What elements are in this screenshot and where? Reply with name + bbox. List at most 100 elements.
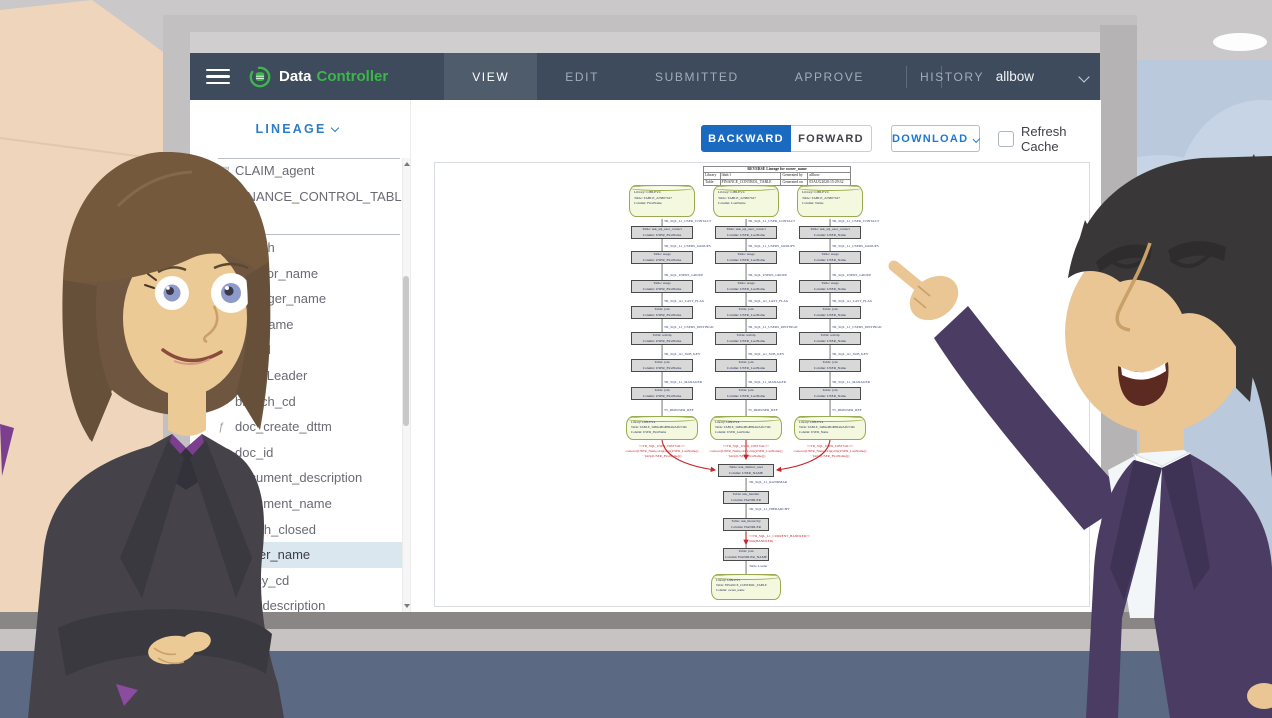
cyl-column: Column: FirstName xyxy=(634,201,694,207)
scrollbar-thumb[interactable] xyxy=(403,276,409,426)
node-column: Column: USER_Name xyxy=(800,394,860,400)
presenter-man-illustration xyxy=(872,148,1272,718)
refresh-cache-checkbox[interactable] xyxy=(998,131,1014,147)
forward-button[interactable]: FORWARD xyxy=(791,125,872,152)
transform-label: TR_SQL_L1_HIERARCHY xyxy=(749,508,790,512)
transform-label: TR_SQL_USERS_GROUP xyxy=(748,274,787,278)
work-table-node: Table: usageColumn: USER_FirstName xyxy=(631,280,693,293)
chevron-down-icon[interactable] xyxy=(1078,71,1089,82)
transform-label: TR_SQL_L1_RANDMAR xyxy=(749,481,787,485)
red-transform-annotation: <<TR_SQL_USER_DISTVAL>>coalesce(USER_Nam… xyxy=(772,444,888,459)
brand-logo: Data Controller xyxy=(248,65,388,89)
cyl-column: Column: Name xyxy=(802,201,862,207)
transform-label: T5_DIMUSER_REF xyxy=(664,409,694,413)
nav-tabs: VIEWEDITSUBMITTEDAPPROVEHISTORY xyxy=(444,53,1012,100)
node-column: Column: USER_Name xyxy=(800,258,860,264)
transform-label: TR_SQL_A1_SUB_KEY xyxy=(664,353,700,357)
node-column: Column: USER_LastName xyxy=(716,313,776,319)
red-transform-expr: trim(HANDLER) xyxy=(749,539,810,544)
transform-label: TR_SQL_L1_MANAGER xyxy=(664,381,702,385)
transform-label: TR_SQL_L1_USER_CONTACT xyxy=(664,220,711,224)
cyl-column: Column: LastName xyxy=(718,201,778,207)
target-table-node: Library: LIBLEV5Table: FINANCE_CONTROL_T… xyxy=(711,574,781,600)
transform-label: TR_SQL_L1_USERS_DISTINGD xyxy=(748,326,797,330)
node-column: Column: USER_LastName xyxy=(716,394,776,400)
presenter-woman-illustration xyxy=(0,128,345,718)
node-column: Column: USER_FirstName xyxy=(632,366,692,372)
work-table-node: Table: webdpColumn: USER_LastName xyxy=(715,332,777,345)
node-column: Column: USER_Name xyxy=(800,339,860,345)
transform-label: TR_SQL_L1_USERS_DISTINGD xyxy=(664,326,713,330)
transform-label: TR_SQL_USERS_GROUP xyxy=(664,274,703,278)
source-table-node: Library: LIBLEV4Table: TABLE_223807b27Co… xyxy=(713,185,779,217)
dim-table-node: Library: LIBLEV4Table: TABLE_3489e48bd88… xyxy=(794,416,866,440)
transform-label: TR_SQL_L1_USER_CONTACT xyxy=(748,220,795,224)
sideburn xyxy=(1236,340,1256,402)
work-table-node: Table: joinColumn: USER_FirstName xyxy=(631,387,693,400)
cyl-column: Column: owner_name xyxy=(716,588,780,593)
node-column: Column: USER_FirstName xyxy=(632,258,692,264)
node-column: Column: USER_FirstName xyxy=(632,287,692,293)
node-column: Column: HANDLER xyxy=(724,525,768,531)
chevron-down-icon xyxy=(973,135,981,143)
user-menu[interactable]: allbow xyxy=(996,53,1034,100)
node-column: Column: USER_FirstName xyxy=(632,394,692,400)
work-table-node: Table: usk_sql_user_contactColumn: USER_… xyxy=(799,226,861,239)
node-column: Column: USER_FirstName xyxy=(632,339,692,345)
menu-icon[interactable] xyxy=(206,65,230,89)
node-column: Column: USER_LastName xyxy=(716,339,776,345)
transform-label: TR_SQL_L1_MANAGER xyxy=(748,381,786,385)
navbar: Data Controller VIEWEDITSUBMITTEDAPPROVE… xyxy=(190,53,1100,100)
work-table-node: Table: joinColumn: USER_LastName xyxy=(715,387,777,400)
cyl-column: Column: USER_FirstName xyxy=(631,430,697,435)
transform-label: TR_SQL_A1_LAST_FLAG xyxy=(832,300,872,304)
brand-word-2: Controller xyxy=(317,68,389,85)
node-column: Column: USER_LastName xyxy=(716,258,776,264)
transform-label: TR_SQL_USERS_GROUP xyxy=(832,274,871,278)
work-table-node: Table: joinColumn: USER_Name xyxy=(799,306,861,319)
tab-edit[interactable]: EDIT xyxy=(537,53,627,100)
merge-table-node: Table: usk_distinct_userColumn: USER_NAM… xyxy=(718,464,774,477)
work-table-node: Table: joinColumn: USER_Name xyxy=(799,387,861,400)
cyl-column: Column: USER_LastName xyxy=(715,430,781,435)
node-column: Column: USER_Name xyxy=(800,366,860,372)
work-table-node: Table: joinColumn: USER_FirstName xyxy=(631,306,693,319)
work-table-node: Table: joinColumn: USER_Name xyxy=(799,359,861,372)
data-controller-icon xyxy=(248,65,272,89)
work-table-node: Table: joinColumn: HANDLER_NAME xyxy=(723,548,769,561)
node-column: Column: USER_LastName xyxy=(716,366,776,372)
transform-label: TR_SQL_L1_MANAGER xyxy=(832,381,870,385)
work-table-node: Table: usageColumn: USER_FirstName xyxy=(631,251,693,264)
work-table-node: Table: usk_hierarchyColumn: HANDLER xyxy=(723,518,769,531)
work-table-node: Table: joinColumn: USER_FirstName xyxy=(631,359,693,372)
transform-label: T5_DIMUSER_REF xyxy=(832,409,862,413)
dim-table-node: Library: LIBLEV4Table: TABLE_3489e48bd88… xyxy=(710,416,782,440)
backward-button[interactable]: BACKWARD xyxy=(701,125,791,152)
tab-submitted[interactable]: SUBMITTED xyxy=(627,53,767,100)
cyl-column: Column: USER_Name xyxy=(799,430,865,435)
work-table-node: Table: usk_sql_user_contactColumn: USER_… xyxy=(715,226,777,239)
node-column: Column: USER_LastName xyxy=(716,233,776,239)
transform-label: TR_SQL_L1_USERS_GROUPS xyxy=(748,245,795,249)
tab-approve[interactable]: APPROVE xyxy=(767,53,892,100)
transform-label: T5_DIMUSER_REF xyxy=(748,409,778,413)
nav-divider xyxy=(941,66,942,88)
tab-history[interactable]: HISTORY xyxy=(892,53,1012,100)
ceiling-light xyxy=(1213,33,1267,51)
work-table-node: Table: webdpColumn: USER_FirstName xyxy=(631,332,693,345)
red-transform-expr: ' '||strip(USER_FirstName))) xyxy=(772,454,888,459)
download-label: DOWNLOAD xyxy=(892,133,968,145)
transform-label: TR_SQL_A1_LAST_FLAG xyxy=(748,300,788,304)
transform-label: TR_SQL_L1_USERS_GROUPS xyxy=(664,245,711,249)
red-transform-label: <<TR_SQL_L1_CURRENT_HANDLER>>trim(HANDLE… xyxy=(749,534,810,544)
dim-table-node: Library: LIBLEV4Table: TABLE_3489e48bd88… xyxy=(626,416,698,440)
scene: Data Controller VIEWEDITSUBMITTEDAPPROVE… xyxy=(0,0,1272,718)
tab-view[interactable]: VIEW xyxy=(444,53,537,100)
sidebar-scrollbar[interactable] xyxy=(402,158,410,612)
node-column: Column: USER_Name xyxy=(800,313,860,319)
monitor-bezel-top xyxy=(190,32,1100,53)
work-table-node: Table: usageColumn: USER_Name xyxy=(799,251,861,264)
node-column: Column: HANDLER xyxy=(724,498,768,504)
work-table-node: Table: usageColumn: USER_Name xyxy=(799,280,861,293)
node-column: Column: HANDLER_NAME xyxy=(724,555,768,561)
